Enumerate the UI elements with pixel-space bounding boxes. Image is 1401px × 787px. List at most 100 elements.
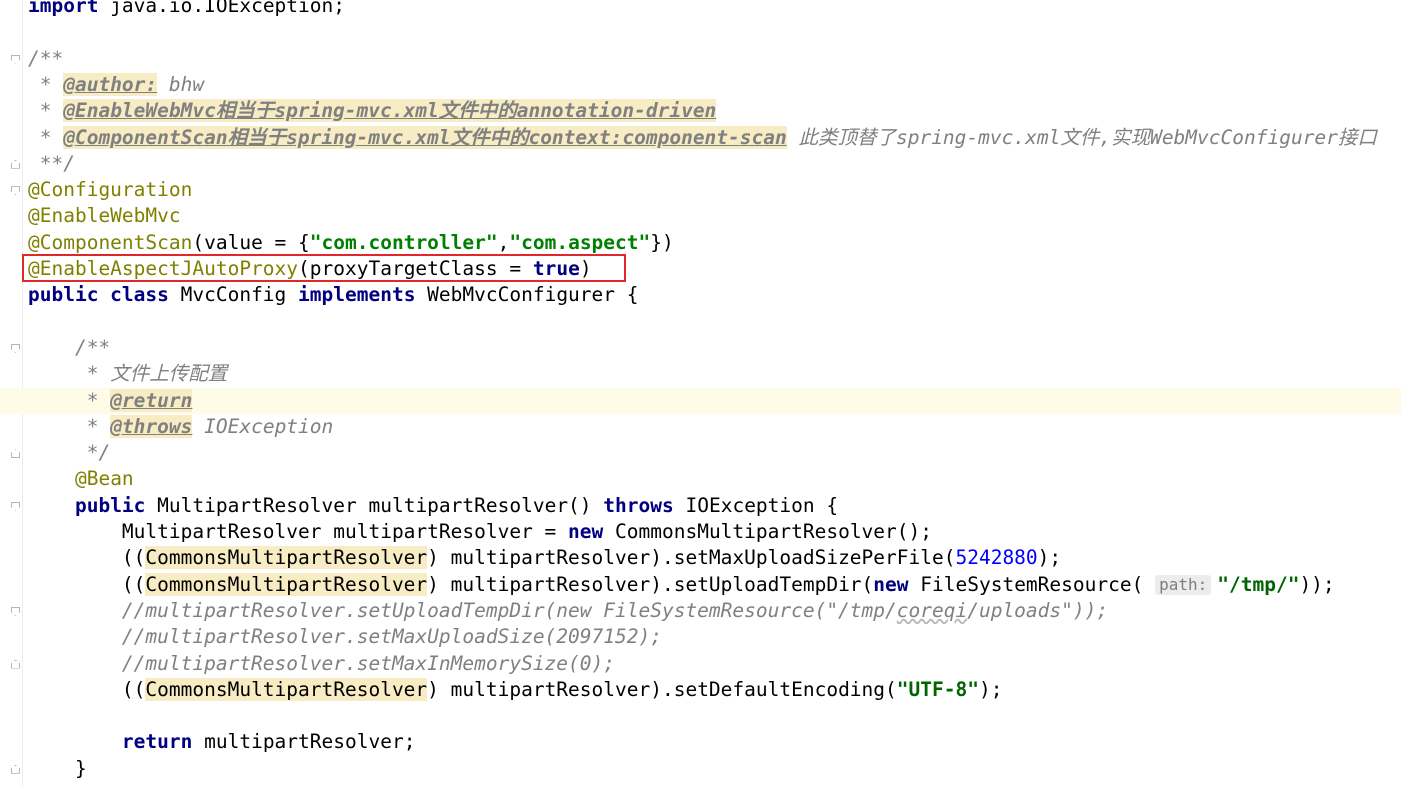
code-token: implements — [298, 283, 416, 307]
code-token: IOException — [192, 414, 334, 438]
code-line[interactable]: /** — [0, 335, 1401, 361]
code-text: * 文件上传配置 — [28, 361, 228, 387]
code-token: * — [74, 414, 111, 438]
code-text: //multipartResolver.setMaxUploadSize(209… — [28, 624, 662, 650]
code-text: **/ — [28, 151, 75, 177]
code-line[interactable]: /** — [0, 46, 1401, 72]
code-line[interactable]: } — [0, 756, 1401, 782]
code-token: 此类顶替了spring-mvc.xml文件,实现WebMvcConfigurer… — [786, 125, 1377, 149]
code-line[interactable]: public class MvcConfig implements WebMvc… — [0, 282, 1401, 308]
code-token: @Bean — [74, 467, 134, 491]
fold-end-icon[interactable] — [11, 764, 20, 774]
code-token: (( — [121, 546, 146, 570]
code-text: public class MvcConfig implements WebMvc… — [28, 282, 639, 308]
code-token: "com.controller" — [309, 230, 498, 254]
code-text: ((CommonsMultipartResolver) multipartRes… — [28, 572, 1335, 598]
code-token: return — [121, 730, 193, 754]
code-line[interactable]: MultipartResolver multipartResolver = ne… — [0, 519, 1401, 545]
code-token: * 文件上传配置 — [74, 362, 228, 386]
code-line[interactable]: * @return — [0, 387, 1401, 414]
code-line[interactable]: ((CommonsMultipartResolver) multipartRes… — [0, 572, 1401, 598]
code-token: (value = { — [192, 230, 310, 254]
fold-start-icon[interactable] — [11, 54, 20, 64]
code-token: * — [28, 99, 64, 123]
code-token: **/ — [28, 151, 75, 175]
code-token: java.io.IOException; — [98, 0, 345, 17]
code-line[interactable]: ((CommonsMultipartResolver) multipartRes… — [0, 545, 1401, 571]
code-token: (( — [121, 572, 146, 596]
code-token: @ComponentScan相当于spring-mvc.xml文件中的conte… — [63, 125, 787, 149]
code-token: @author: — [63, 72, 158, 96]
fold-start-icon[interactable] — [11, 501, 20, 511]
code-line[interactable]: import java.io.IOException; — [0, 0, 1401, 19]
code-token: path: — [1155, 574, 1212, 595]
code-line[interactable] — [0, 703, 1401, 729]
code-line[interactable]: @Configuration — [0, 177, 1401, 203]
code-text: } — [28, 756, 87, 782]
code-text: @Configuration — [28, 177, 192, 203]
code-line[interactable]: //multipartResolver.setUploadTempDir(new… — [0, 598, 1401, 624]
code-token: }) — [650, 230, 674, 254]
code-token: )); — [1299, 572, 1335, 596]
code-text: //multipartResolver.setUploadTempDir(new… — [28, 598, 1108, 624]
code-token: "UTF-8" — [896, 677, 979, 701]
code-line[interactable]: * 文件上传配置 — [0, 361, 1401, 387]
code-token: 5242880 — [955, 546, 1038, 570]
code-token: public class — [28, 283, 169, 307]
code-token: multipartResolver; — [192, 730, 416, 754]
code-line[interactable]: //multipartResolver.setMaxUploadSize(209… — [0, 624, 1401, 650]
code-text: /** — [28, 46, 63, 72]
code-token: bhw — [157, 72, 205, 96]
code-line[interactable]: //multipartResolver.setMaxInMemorySize(0… — [0, 651, 1401, 677]
fold-end-icon[interactable] — [11, 159, 20, 169]
code-line[interactable] — [0, 309, 1401, 335]
code-token: public — [74, 493, 146, 517]
code-line[interactable]: * @throws IOException — [0, 414, 1401, 440]
fold-end-icon[interactable] — [11, 659, 20, 669]
code-token: //multipartResolver.setUploadTempDir(new… — [121, 598, 897, 622]
code-text: @EnableWebMvc — [28, 203, 181, 229]
code-line[interactable]: */ — [0, 440, 1401, 466]
fold-start-icon[interactable] — [11, 606, 20, 616]
code-line[interactable]: * @author: bhw — [0, 72, 1401, 98]
code-line[interactable]: * @EnableWebMvc相当于spring-mvc.xml文件中的anno… — [0, 98, 1401, 124]
code-text: * @return — [28, 388, 193, 414]
code-token: /** — [74, 335, 111, 359]
code-text: ((CommonsMultipartResolver) multipartRes… — [28, 677, 1002, 703]
code-line[interactable] — [0, 19, 1401, 45]
code-token: * — [28, 72, 64, 96]
code-line[interactable]: @ComponentScan(value = {"com.controller"… — [0, 230, 1401, 256]
code-token: (( — [121, 677, 146, 701]
code-token: @ComponentScan — [28, 230, 193, 254]
code-token: @return — [110, 388, 193, 412]
code-text: ((CommonsMultipartResolver) multipartRes… — [28, 545, 1061, 571]
code-token: "/tmp/" — [1217, 572, 1300, 596]
fold-start-icon[interactable] — [11, 343, 20, 353]
highlight-box — [22, 254, 626, 282]
code-token: ) multipartResolver).setMaxUploadSizePer… — [427, 546, 956, 570]
code-text: @Bean — [28, 466, 134, 492]
code-token: /** — [28, 46, 64, 70]
code-line[interactable]: * @ComponentScan相当于spring-mvc.xml文件中的con… — [0, 125, 1401, 151]
code-token: @throws — [110, 414, 193, 438]
code-line[interactable]: return multipartResolver; — [0, 729, 1401, 755]
code-line[interactable]: **/ — [0, 151, 1401, 177]
code-line[interactable]: public MultipartResolver multipartResolv… — [0, 493, 1401, 519]
code-line[interactable]: @EnableWebMvc — [0, 203, 1401, 229]
code-token: ) multipartResolver).setUploadTempDir( — [427, 572, 874, 596]
code-editor[interactable]: import java.io.IOException; /** * @author… — [0, 0, 1401, 787]
fold-start-icon[interactable] — [11, 186, 20, 196]
code-token: ); — [1037, 546, 1062, 570]
code-line[interactable]: ((CommonsMultipartResolver) multipartRes… — [0, 677, 1401, 703]
code-text: * @throws IOException — [28, 414, 333, 440]
code-text: //multipartResolver.setMaxInMemorySize(0… — [28, 651, 615, 677]
fold-end-icon[interactable] — [11, 449, 20, 459]
code-line[interactable]: @Bean — [0, 466, 1401, 492]
